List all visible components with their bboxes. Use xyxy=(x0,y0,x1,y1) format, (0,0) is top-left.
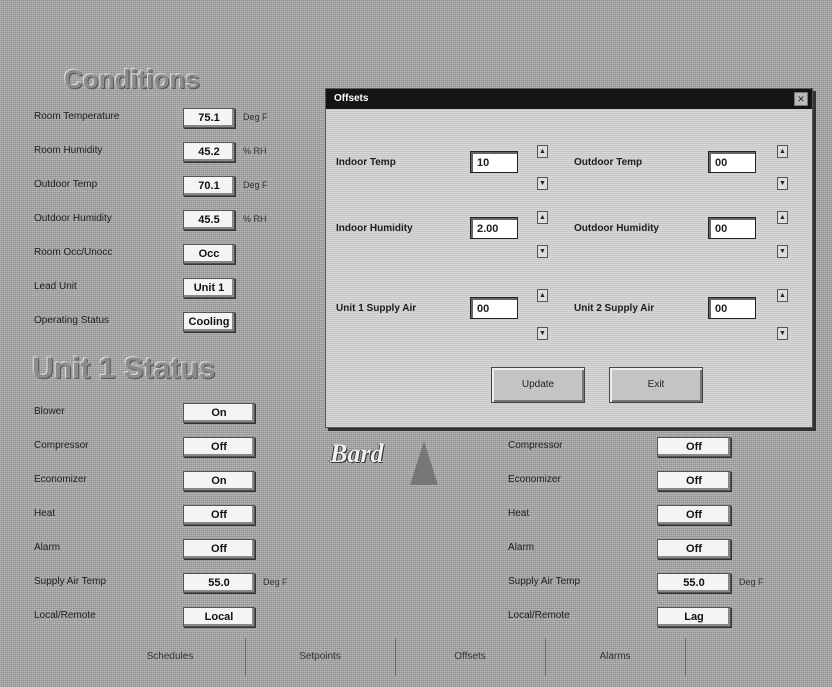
bard-logo: Bard xyxy=(326,433,446,489)
unit2-label: Heat xyxy=(508,508,530,519)
unit2-value: Off xyxy=(657,437,731,457)
unit1-value: Off xyxy=(183,505,255,525)
outdoor-temp-input[interactable]: 00 xyxy=(708,151,756,173)
condition-value: Unit 1 xyxy=(183,278,235,298)
condition-label: Lead Unit xyxy=(34,281,77,292)
condition-label: Outdoor Temp xyxy=(34,179,98,190)
condition-label: Room Humidity xyxy=(34,145,103,156)
nav-setpoints-button[interactable]: Setpoints xyxy=(245,638,396,676)
unit2-value: 55.0 xyxy=(657,573,731,593)
unit1-supply-air-down-button[interactable]: ▼ xyxy=(537,327,548,340)
unit1-label: Supply Air Temp xyxy=(34,576,107,587)
condition-unit: % RH xyxy=(243,214,267,224)
unit1-label: Economizer xyxy=(34,474,87,485)
condition-value: 70.1 xyxy=(183,176,235,196)
unit1-label: Local/Remote xyxy=(34,610,96,621)
close-icon[interactable]: ✕ xyxy=(794,92,808,106)
update-button[interactable]: Update xyxy=(491,367,585,403)
unit1-label: Compressor xyxy=(34,440,89,451)
unit2-supply-air-label: Unit 2 Supply Air xyxy=(574,303,655,314)
outdoor-temp-down-button[interactable]: ▼ xyxy=(777,177,788,190)
unit1-supply-air-up-button[interactable]: ▲ xyxy=(537,289,548,302)
indoor-temp-label: Indoor Temp xyxy=(336,157,396,168)
unit2-value: Lag xyxy=(657,607,731,627)
logo-triangle-icon xyxy=(410,441,438,485)
condition-value: 75.1 xyxy=(183,108,235,128)
conditions-title: Conditions xyxy=(64,64,200,94)
outdoor-humidity-down-button[interactable]: ▼ xyxy=(777,245,788,258)
outdoor-temp-up-button[interactable]: ▲ xyxy=(777,145,788,158)
condition-label: Room Occ/Unocc xyxy=(34,247,113,258)
nav-alarms-button[interactable]: Alarms xyxy=(545,638,686,676)
indoor-humidity-up-button[interactable]: ▲ xyxy=(537,211,548,224)
unit1-unit: Deg F xyxy=(263,577,288,587)
unit1-value: 55.0 xyxy=(183,573,255,593)
unit1-value: On xyxy=(183,403,255,423)
unit2-supply-air-down-button[interactable]: ▼ xyxy=(777,327,788,340)
unit2-label: Compressor xyxy=(508,440,563,451)
indoor-humidity-label: Indoor Humidity xyxy=(336,223,413,234)
bottom-nav-bar: Schedules Setpoints Offsets Alarms xyxy=(95,638,695,678)
condition-value: 45.2 xyxy=(183,142,235,162)
unit1-value: Off xyxy=(183,539,255,559)
indoor-humidity-input[interactable]: 2.00 xyxy=(470,217,518,239)
unit2-value: Off xyxy=(657,505,731,525)
indoor-humidity-down-button[interactable]: ▼ xyxy=(537,245,548,258)
condition-value: Cooling xyxy=(183,312,235,332)
condition-unit: Deg F xyxy=(243,112,268,122)
dialog-title: Offsets xyxy=(334,93,369,104)
outdoor-temp-label: Outdoor Temp xyxy=(574,157,643,168)
indoor-temp-down-button[interactable]: ▼ xyxy=(537,177,548,190)
indoor-temp-up-button[interactable]: ▲ xyxy=(537,145,548,158)
menu-bar xyxy=(35,40,107,52)
dialog-title-bar[interactable]: Offsets xyxy=(326,89,812,109)
condition-value: Occ xyxy=(183,244,235,264)
condition-label: Operating Status xyxy=(34,315,110,326)
condition-value: 45.5 xyxy=(183,210,235,230)
indoor-temp-input[interactable]: 10 xyxy=(470,151,518,173)
unit2-label: Economizer xyxy=(508,474,561,485)
unit1-label: Heat xyxy=(34,508,56,519)
unit1-label: Blower xyxy=(34,406,65,417)
condition-unit: % RH xyxy=(243,146,267,156)
unit2-value: Off xyxy=(657,471,731,491)
unit1-value: On xyxy=(183,471,255,491)
logo-text: Bard xyxy=(330,439,384,468)
offsets-dialog: Offsets ✕ Indoor Temp 10 ▲ ▼ Outdoor Tem… xyxy=(325,88,813,428)
unit2-value: Off xyxy=(657,539,731,559)
unit2-label: Alarm xyxy=(508,542,535,553)
condition-label: Room Temperature xyxy=(34,111,120,122)
unit2-supply-air-input[interactable]: 00 xyxy=(708,297,756,319)
condition-unit: Deg F xyxy=(243,180,268,190)
unit1-value: Local xyxy=(183,607,255,627)
unit2-supply-air-up-button[interactable]: ▲ xyxy=(777,289,788,302)
unit2-label: Supply Air Temp xyxy=(508,576,581,587)
outdoor-humidity-label: Outdoor Humidity xyxy=(574,223,659,234)
unit1-supply-air-label: Unit 1 Supply Air xyxy=(336,303,417,314)
unit1-status-title: Unit 1 Status xyxy=(32,352,216,385)
unit2-unit: Deg F xyxy=(739,577,764,587)
nav-offsets-button[interactable]: Offsets xyxy=(395,638,546,676)
outdoor-humidity-up-button[interactable]: ▲ xyxy=(777,211,788,224)
unit1-supply-air-input[interactable]: 00 xyxy=(470,297,518,319)
outdoor-humidity-input[interactable]: 00 xyxy=(708,217,756,239)
unit2-label: Local/Remote xyxy=(508,610,570,621)
nav-schedules-button[interactable]: Schedules xyxy=(95,638,246,676)
unit1-value: Off xyxy=(183,437,255,457)
condition-label: Outdoor Humidity xyxy=(34,213,112,224)
exit-button[interactable]: Exit xyxy=(609,367,703,403)
unit1-label: Alarm xyxy=(34,542,61,553)
